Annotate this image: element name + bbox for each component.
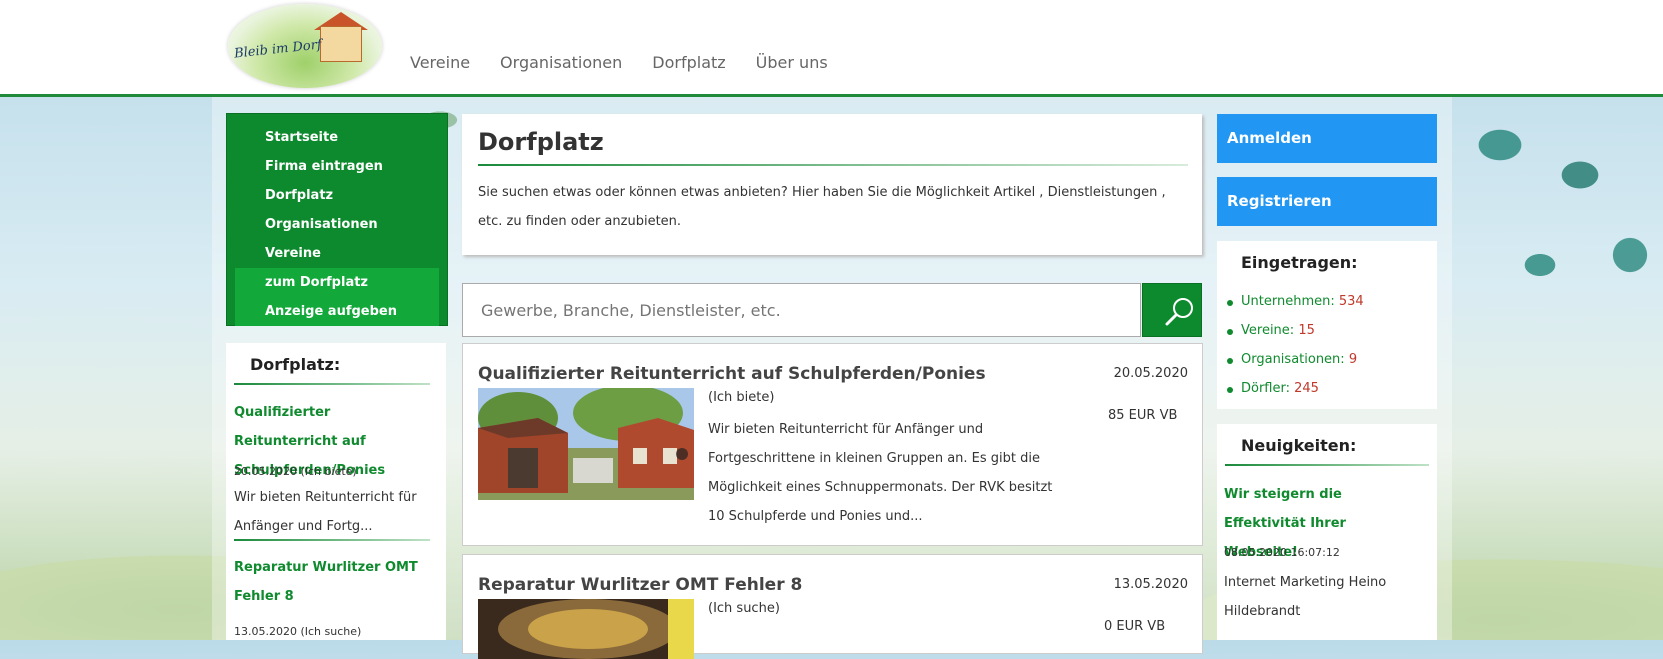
sidebar-listing-meta: 20.05.2020 (Ich biete) [234, 465, 357, 478]
title-divider [478, 164, 1188, 166]
listing-price: 85 EUR VB [1108, 408, 1178, 423]
stat-value: 534 [1338, 294, 1364, 309]
stat-value: 9 [1348, 352, 1358, 367]
news-item-text: Internet Marketing Heino Hildebrandt [1224, 575, 1387, 619]
topnav-dorfplatz[interactable]: Dorfplatz [652, 53, 725, 72]
box-divider [234, 383, 430, 385]
sidebar-listing-link[interactable]: Reparatur Wurlitzer OMT Fehler 8 [234, 553, 434, 611]
listing-title[interactable]: Qualifizierter Reitunterricht auf Schulp… [478, 364, 986, 384]
news-item-meta: 08.05.2020 16:07:12 [1224, 546, 1340, 559]
stats-title: Eingetragen: [1241, 253, 1358, 272]
listing-date: 20.05.2020 [1113, 366, 1188, 381]
stat-value: 15 [1298, 323, 1315, 338]
box-divider [1225, 464, 1429, 466]
listing-image[interactable] [478, 388, 694, 500]
site-header: Bleib im Dorf Vereine Organisationen Dor… [0, 0, 1663, 97]
sidebar-navigation: Startseite Firma eintragen Dorfplatz Org… [226, 113, 448, 326]
dorfplatz-sidebar-box: Dorfplatz: Qualifizierter Reitunterricht… [226, 343, 446, 640]
sidebar-item-organisationen[interactable]: Organisationen [227, 210, 447, 239]
sidebar-listing-text: Wir bieten Reitunterricht für Anfänger u… [234, 490, 417, 534]
register-button[interactable]: Registrieren [1217, 177, 1437, 226]
stat-label: Organisationen: [1241, 352, 1345, 367]
sidebar-item-dorfplatz[interactable]: Dorfplatz [227, 181, 447, 210]
login-button[interactable]: Anmelden [1217, 114, 1437, 163]
sidebar-subitem-anzeige-aufgeben[interactable]: Anzeige aufgeben [235, 297, 439, 326]
sidebar-item-startseite[interactable]: Startseite [227, 123, 447, 152]
news-title: Neuigkeiten: [1241, 436, 1357, 455]
listing-description: Wir bieten Reitunterricht für Anfänger u… [708, 422, 1053, 524]
search-button[interactable] [1142, 283, 1202, 337]
background-tree-right [1430, 95, 1663, 335]
stat-label: Vereine: [1241, 323, 1295, 338]
search-input[interactable] [462, 283, 1141, 337]
search-bar [462, 283, 1202, 339]
listing-price: 0 EUR VB [1104, 619, 1166, 634]
logo-text: Bleib im Dorf [233, 37, 323, 62]
sidebar-item-vereine[interactable]: Vereine [227, 239, 447, 268]
dorfplatz-box-title: Dorfplatz: [250, 355, 341, 374]
listing-type: (Ich biete) [708, 390, 775, 405]
listing-image[interactable] [478, 599, 694, 659]
listing-type: (Ich suche) [708, 601, 780, 616]
stat-doerfler[interactable]: Dörfler: 245 [1227, 381, 1319, 396]
listing-title[interactable]: Reparatur Wurlitzer OMT Fehler 8 [478, 575, 802, 595]
site-logo[interactable]: Bleib im Dorf [228, 4, 382, 88]
top-navigation: Vereine Organisationen Dorfplatz Über un… [410, 53, 858, 72]
stat-label: Dörfler: [1241, 381, 1290, 396]
intro-text: Sie suchen etwas oder können etwas anbie… [478, 185, 1166, 229]
listing-card[interactable]: Reparatur Wurlitzer OMT Fehler 8 13.05.2… [462, 554, 1203, 659]
box-divider [234, 539, 430, 541]
stat-unternehmen[interactable]: Unternehmen: 534 [1227, 294, 1364, 309]
sidebar-item-firma-eintragen[interactable]: Firma eintragen [227, 152, 447, 181]
page-title: Dorfplatz [478, 128, 604, 156]
stat-vereine[interactable]: Vereine: 15 [1227, 323, 1315, 338]
logo-house [320, 26, 362, 62]
topnav-ueber-uns[interactable]: Über uns [756, 53, 828, 72]
intro-panel: Dorfplatz Sie suchen etwas oder können e… [462, 114, 1202, 255]
search-icon [1165, 298, 1193, 326]
topnav-organisationen[interactable]: Organisationen [500, 53, 622, 72]
sidebar-listing-meta: 13.05.2020 (Ich suche) [234, 625, 362, 638]
stat-label: Unternehmen: [1241, 294, 1335, 309]
stat-organisationen[interactable]: Organisationen: 9 [1227, 352, 1358, 367]
sidebar-subitem-zum-dorfplatz[interactable]: zum Dorfplatz [235, 268, 439, 297]
listing-date: 13.05.2020 [1113, 577, 1188, 592]
topnav-vereine[interactable]: Vereine [410, 53, 470, 72]
listing-card[interactable]: Qualifizierter Reitunterricht auf Schulp… [462, 343, 1203, 546]
stat-value: 245 [1294, 381, 1319, 396]
